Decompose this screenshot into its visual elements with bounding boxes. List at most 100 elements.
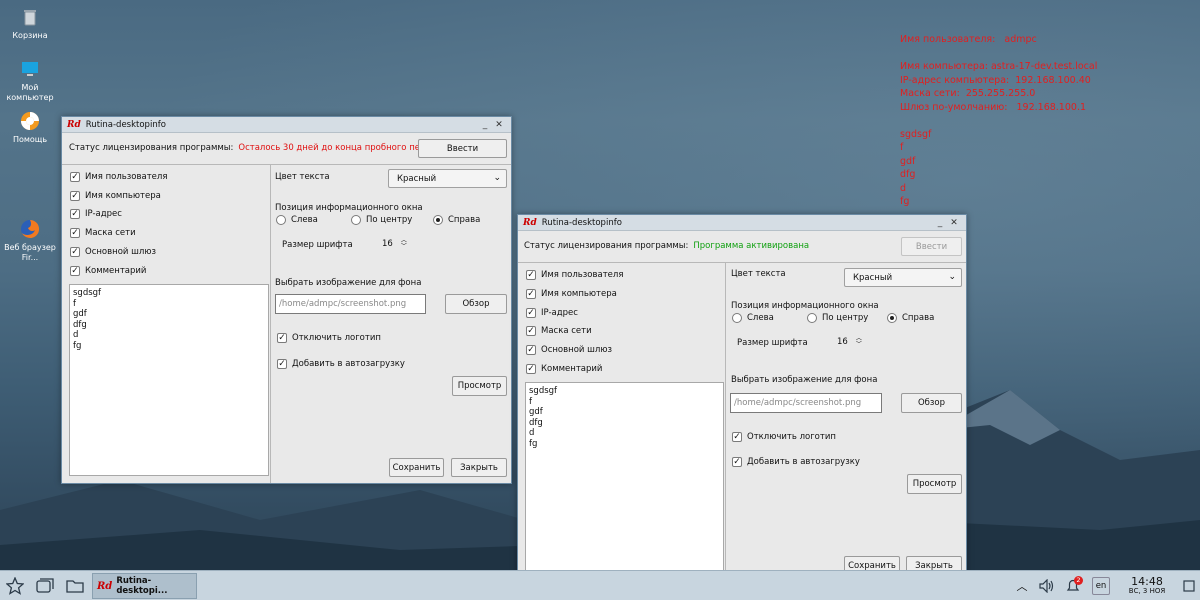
position-label: Позиция информационного окна [731, 301, 879, 311]
window-title: Rutina-desktopinfo [85, 119, 166, 130]
spin-arrows-icon[interactable]: ︿ ﹀ [401, 238, 407, 250]
checkbox-autostart[interactable]: ✓ Добавить в автозагрузку [277, 359, 405, 369]
close-icon[interactable]: ✕ [492, 120, 506, 130]
show-desktop-icon [1183, 580, 1195, 592]
text-color-select[interactable]: Красный ⌄ [388, 169, 507, 188]
close-icon[interactable]: ✕ [947, 218, 961, 228]
radio-label: Слева [747, 313, 774, 323]
checkbox-ip[interactable]: ✓ IP-адрес [70, 209, 122, 219]
radio-label: Справа [448, 215, 481, 225]
radio-label: Справа [902, 313, 935, 323]
font-size-spinbox[interactable]: 16 ︿ ﹀ [837, 336, 862, 348]
checkbox-ip[interactable]: ✓ IP-адрес [526, 308, 578, 318]
radio-center[interactable]: По центру [807, 313, 868, 323]
background-path-input[interactable]: /home/admpc/screenshot.png [275, 294, 426, 314]
titlebar[interactable]: Rd Rutina-desktopinfo _ ✕ [518, 215, 966, 231]
radio-label: По центру [822, 313, 869, 323]
radio-left[interactable]: Слева [276, 215, 318, 225]
checkbox-gateway[interactable]: ✓ Основной шлюз [526, 345, 612, 355]
minimize-icon[interactable]: _ [478, 120, 492, 130]
browse-button[interactable]: Обзор [901, 393, 962, 413]
enter-license-button[interactable]: Ввести [418, 139, 507, 158]
save-button[interactable]: Сохранить [389, 458, 444, 477]
license-status-label: Статус лицензирования программы: [524, 241, 689, 251]
checkmark-icon: ✓ [277, 333, 287, 343]
minimize-icon[interactable]: _ [933, 218, 947, 228]
window-title: Rutina-desktopinfo [541, 217, 622, 228]
checkmark-icon: ✓ [732, 457, 742, 467]
background-label: Выбрать изображение для фона [275, 278, 422, 288]
keyboard-layout-indicator[interactable]: en [1092, 577, 1110, 595]
radio-left[interactable]: Слева [732, 313, 774, 323]
comment-textarea[interactable]: sgdsgf f gdf dfg d fg [525, 382, 724, 575]
window-trial[interactable]: Rd Rutina-desktopinfo _ ✕ Статус лицензи… [61, 116, 512, 484]
app-logo-icon: Rd [523, 217, 537, 228]
checkbox-computer-name[interactable]: ✓ Имя компьютера [526, 289, 617, 299]
checkbox-disable-logo[interactable]: ✓ Отключить логотип [277, 333, 381, 343]
desktop-icon-my-computer[interactable]: Мой компьютер [0, 58, 60, 103]
background-path-input[interactable]: /home/admpc/screenshot.png [730, 393, 882, 413]
checkbox-computer-name[interactable]: ✓ Имя компьютера [70, 191, 161, 201]
checkbox-label: IP-адрес [85, 209, 122, 219]
show-desktop-button[interactable] [1178, 571, 1200, 600]
close-button[interactable]: Закрыть [451, 458, 507, 477]
comment-textarea[interactable]: sgdsgf f gdf dfg d fg [69, 284, 269, 476]
preview-button[interactable]: Просмотр [452, 376, 507, 396]
taskbar: Rd Rutina-desktopi... ︿ 2 en 14:48 ВС, 3… [0, 570, 1200, 600]
checkbox-username[interactable]: ✓ Имя пользователя [526, 270, 623, 280]
preview-button[interactable]: Просмотр [907, 474, 962, 494]
radio-center[interactable]: По центру [351, 215, 412, 225]
system-tray: ︿ 2 en 14:48 ВС, 3 НОЯ [1010, 571, 1200, 600]
radio-right[interactable]: Справа [887, 313, 934, 323]
checkmark-icon: ✓ [526, 289, 536, 299]
chevron-down-icon: ⌄ [493, 173, 501, 183]
window-activated[interactable]: Rd Rutina-desktopinfo _ ✕ Статус лицензи… [517, 214, 967, 578]
checkbox-netmask[interactable]: ✓ Маска сети [526, 326, 592, 336]
checkbox-label: Комментарий [85, 266, 147, 276]
spin-arrows-icon[interactable]: ︿ ﹀ [856, 336, 862, 348]
desktop-icon-firefox[interactable]: Веб браузер Fir... [0, 218, 60, 263]
checkmark-icon: ✓ [70, 191, 80, 201]
checkbox-username[interactable]: ✓ Имя пользователя [70, 172, 167, 182]
text-color-select[interactable]: Красный ⌄ [844, 268, 962, 287]
desktop-icon-help[interactable]: Помощь [0, 110, 60, 145]
text-color-value: Красный [397, 173, 437, 184]
radio-icon [807, 313, 817, 323]
desktop-icon-label: Мой компьютер [6, 83, 54, 102]
desktops-button[interactable] [30, 571, 60, 600]
radio-right[interactable]: Справа [433, 215, 480, 225]
desktop-icon-label: Веб браузер Fir... [4, 243, 56, 262]
checkbox-label: Маска сети [85, 228, 136, 238]
checkbox-comment[interactable]: ✓ Комментарий [70, 266, 146, 276]
radio-label: Слева [291, 215, 318, 225]
checkbox-label: Основной шлюз [541, 345, 613, 355]
font-size-spinbox[interactable]: 16 ︿ ﹀ [382, 238, 407, 250]
background-label: Выбрать изображение для фона [731, 375, 878, 385]
notifications-button[interactable]: 2 [1060, 571, 1086, 600]
chevron-down-icon: ⌄ [948, 272, 956, 282]
titlebar[interactable]: Rd Rutina-desktopinfo _ ✕ [62, 117, 511, 133]
checkbox-comment[interactable]: ✓ Комментарий [526, 364, 602, 374]
volume-button[interactable] [1034, 571, 1060, 600]
checkmark-icon: ✓ [70, 172, 80, 182]
divider [725, 262, 726, 577]
tray-expand-button[interactable]: ︿ [1010, 571, 1034, 600]
checkbox-disable-logo[interactable]: ✓ Отключить логотип [732, 432, 836, 442]
browse-button[interactable]: Обзор [445, 294, 507, 314]
enter-license-button[interactable]: Ввести [901, 237, 962, 256]
checkbox-gateway[interactable]: ✓ Основной шлюз [70, 247, 156, 257]
radio-selected-icon [887, 313, 897, 323]
start-menu-button[interactable] [0, 571, 30, 600]
app-logo-icon: Rd [67, 119, 81, 130]
checkbox-netmask[interactable]: ✓ Маска сети [70, 228, 136, 238]
checkmark-icon: ✓ [526, 270, 536, 280]
desktop-icon-trash[interactable]: Корзина [0, 6, 60, 41]
taskbar-task-rutina[interactable]: Rd Rutina-desktopi... [92, 573, 197, 599]
clock[interactable]: 14:48 ВС, 3 НОЯ [1116, 576, 1178, 596]
checkbox-label: Основной шлюз [85, 247, 157, 257]
checkbox-label: Имя компьютера [85, 191, 161, 201]
position-label: Позиция информационного окна [275, 203, 423, 213]
checkbox-autostart[interactable]: ✓ Добавить в автозагрузку [732, 457, 860, 467]
text-color-label: Цвет текста [275, 172, 330, 182]
file-manager-button[interactable] [60, 571, 90, 600]
